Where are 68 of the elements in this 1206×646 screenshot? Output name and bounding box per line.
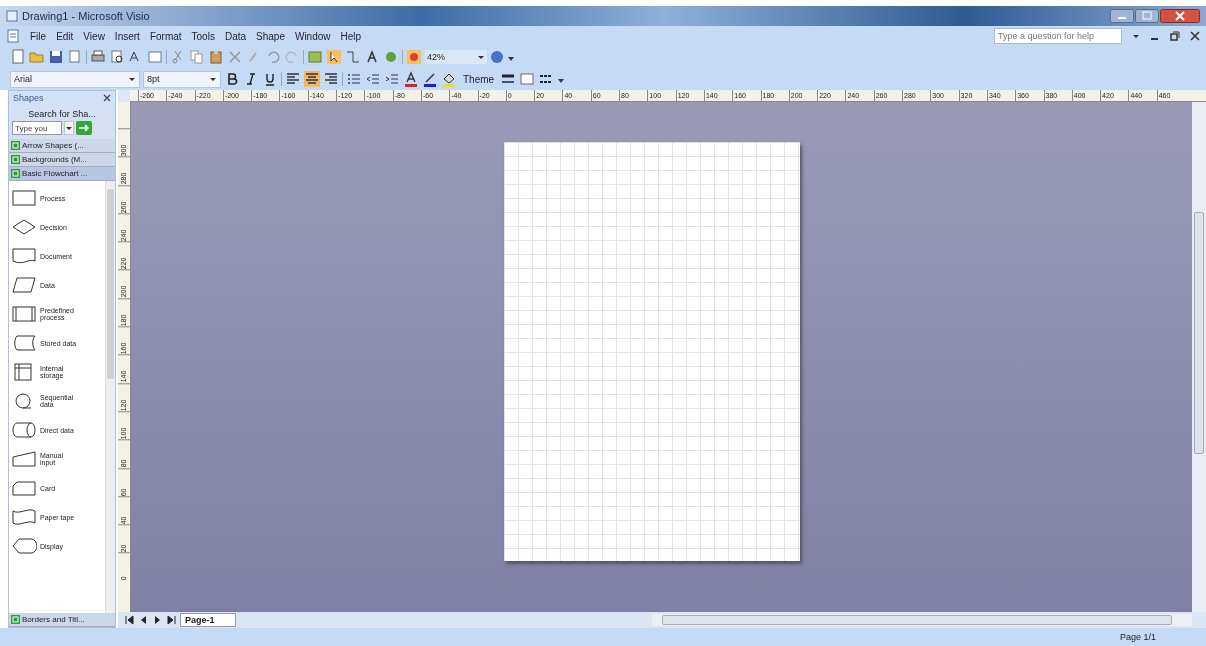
- help-search-field[interactable]: Type a question for help: [994, 28, 1122, 44]
- text-icon[interactable]: [364, 49, 380, 65]
- first-page-icon[interactable]: [124, 614, 135, 626]
- font-size-field[interactable]: 8pt: [143, 70, 221, 88]
- stencil-tab[interactable]: Arrow Shapes (...: [9, 139, 115, 153]
- dropdown-icon[interactable]: [64, 121, 74, 135]
- close-icon[interactable]: [103, 94, 111, 102]
- maximize-icon[interactable]: [1135, 9, 1159, 23]
- line-color-icon[interactable]: [422, 71, 438, 87]
- menu-item[interactable]: Shape: [256, 30, 285, 42]
- new-document-icon[interactable]: [10, 49, 26, 65]
- menu-item[interactable]: File: [30, 30, 47, 42]
- last-page-icon[interactable]: [166, 614, 177, 626]
- align-left-icon[interactable]: [285, 71, 301, 87]
- stencil-icon: [11, 169, 20, 178]
- scrollbar[interactable]: [105, 181, 115, 613]
- stencil-icon: [11, 615, 20, 624]
- scroll-thumb[interactable]: [662, 615, 1172, 625]
- stencil-tab[interactable]: Backgrounds (M...: [9, 153, 115, 167]
- close-icon[interactable]: [1190, 31, 1200, 41]
- menu-item[interactable]: View: [83, 30, 105, 42]
- scroll-thumb[interactable]: [1194, 212, 1204, 454]
- align-right-icon[interactable]: [323, 71, 339, 87]
- font-field[interactable]: Arial: [10, 70, 140, 88]
- page-indicator: Page 1/1: [1119, 632, 1156, 642]
- dropdown-icon: [128, 75, 136, 83]
- dropdown-icon: [209, 75, 217, 83]
- menu-item[interactable]: Help: [340, 30, 362, 42]
- fill-color-icon[interactable]: [441, 71, 457, 87]
- window-title: Drawing1 - Microsoft Visio: [22, 10, 150, 22]
- save-icon[interactable]: [48, 49, 64, 65]
- app-icon: [6, 10, 18, 22]
- close-icon[interactable]: [1160, 9, 1200, 23]
- page-tab[interactable]: Page-1: [180, 613, 236, 627]
- font-color-icon[interactable]: [403, 71, 419, 87]
- research-icon[interactable]: [147, 49, 163, 65]
- shape-search-field[interactable]: Type you: [12, 121, 62, 135]
- document-icon: [6, 29, 20, 43]
- menu-item[interactable]: Data: [224, 30, 247, 42]
- restore-icon[interactable]: [1170, 31, 1180, 41]
- stencil-icon: [11, 155, 20, 164]
- menu-item[interactable]: Window: [294, 30, 331, 42]
- stencil-icon: [11, 141, 20, 150]
- print-preview-icon[interactable]: [109, 49, 125, 65]
- align-center-icon[interactable]: [304, 71, 320, 87]
- scrollbar[interactable]: [652, 614, 1192, 626]
- zoom-field[interactable]: 42%: [425, 50, 487, 64]
- dropdown-icon: [477, 53, 485, 61]
- panel-title: Shapes: [13, 93, 44, 103]
- pan-zoom-icon[interactable]: [406, 49, 422, 65]
- bullets-icon[interactable]: [346, 71, 362, 87]
- scroll-thumb[interactable]: [107, 189, 114, 379]
- decrease-indent-icon[interactable]: [365, 71, 381, 87]
- search-label: Search for Sha...: [27, 109, 97, 119]
- paste-icon[interactable]: [208, 49, 224, 65]
- scrollbar[interactable]: [1192, 102, 1206, 612]
- dropdown-icon[interactable]: [1132, 32, 1140, 40]
- stencil-tab[interactable]: Basic Flowchart ...: [9, 167, 115, 181]
- pointer-icon[interactable]: [326, 49, 342, 65]
- menu-item[interactable]: Insert: [114, 30, 140, 42]
- menu-item[interactable]: Format: [149, 30, 182, 42]
- menu-item[interactable]: Tools: [191, 30, 215, 42]
- menu-item[interactable]: Edit: [56, 30, 74, 42]
- stencil-tab[interactable]: Borders and Titl...: [9, 613, 115, 627]
- minimize-icon[interactable]: [1110, 9, 1134, 23]
- printer-icon[interactable]: [90, 49, 106, 65]
- theme-button[interactable]: Theme: [460, 71, 498, 87]
- ruler-corner: [118, 90, 130, 102]
